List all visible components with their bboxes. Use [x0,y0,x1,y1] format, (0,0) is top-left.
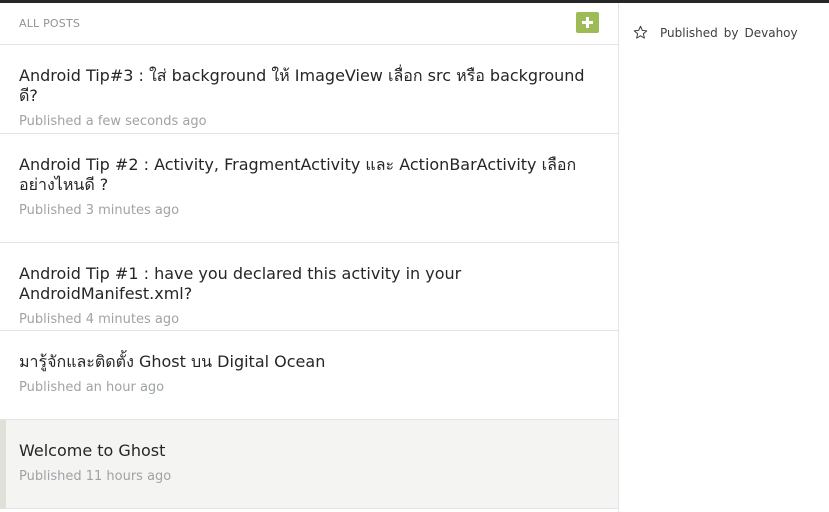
post-title: Android Tip#3 : ใส่ background ให้ Image… [19,66,585,105]
post-title: Android Tip #1 : have you declared this … [19,264,462,303]
post-published-meta: Published a few seconds ago [19,114,207,129]
post-title: Android Tip #2 : Activity, FragmentActiv… [19,155,577,194]
published-label: Published [660,25,718,40]
post-published-meta: Published 3 minutes ago [19,203,180,218]
author-name[interactable]: Devahoy [745,26,798,40]
post-published-meta: Published 11 hours ago [19,469,172,484]
post-list-item[interactable]: Android Tip #1 : have you declared this … [0,243,618,331]
post-list-item[interactable]: Android Tip#3 : ใส่ background ให้ Image… [0,45,618,134]
post-title: Welcome to Ghost [19,441,166,460]
plus-icon [582,17,593,28]
post-list-header: ALL POSTS [0,3,618,45]
by-label: by [723,25,739,40]
post-list-item[interactable]: Android Tip #2 : Activity, FragmentActiv… [0,134,618,243]
post-title: มารู้จักและติดตั้ง Ghost บน Digital Ocea… [19,352,326,371]
post-detail-panel: Published by Devahoy [619,3,829,512]
post-list-panel: ALL POSTS Android Tip#3 : ใส่ background… [0,3,619,512]
post-list-item[interactable]: มารู้จักและติดตั้ง Ghost บน Digital Ocea… [0,331,618,420]
post-publish-info: Published by Devahoy [633,25,798,40]
new-post-button[interactable] [576,12,599,33]
star-icon[interactable] [633,25,648,40]
post-published-meta: Published an hour ago [19,380,165,395]
post-list-item-selected[interactable]: Welcome to Ghost Published 11 hours ago [0,420,618,509]
post-list-title: ALL POSTS [19,17,81,30]
post-published-meta: Published 4 minutes ago [19,312,180,327]
